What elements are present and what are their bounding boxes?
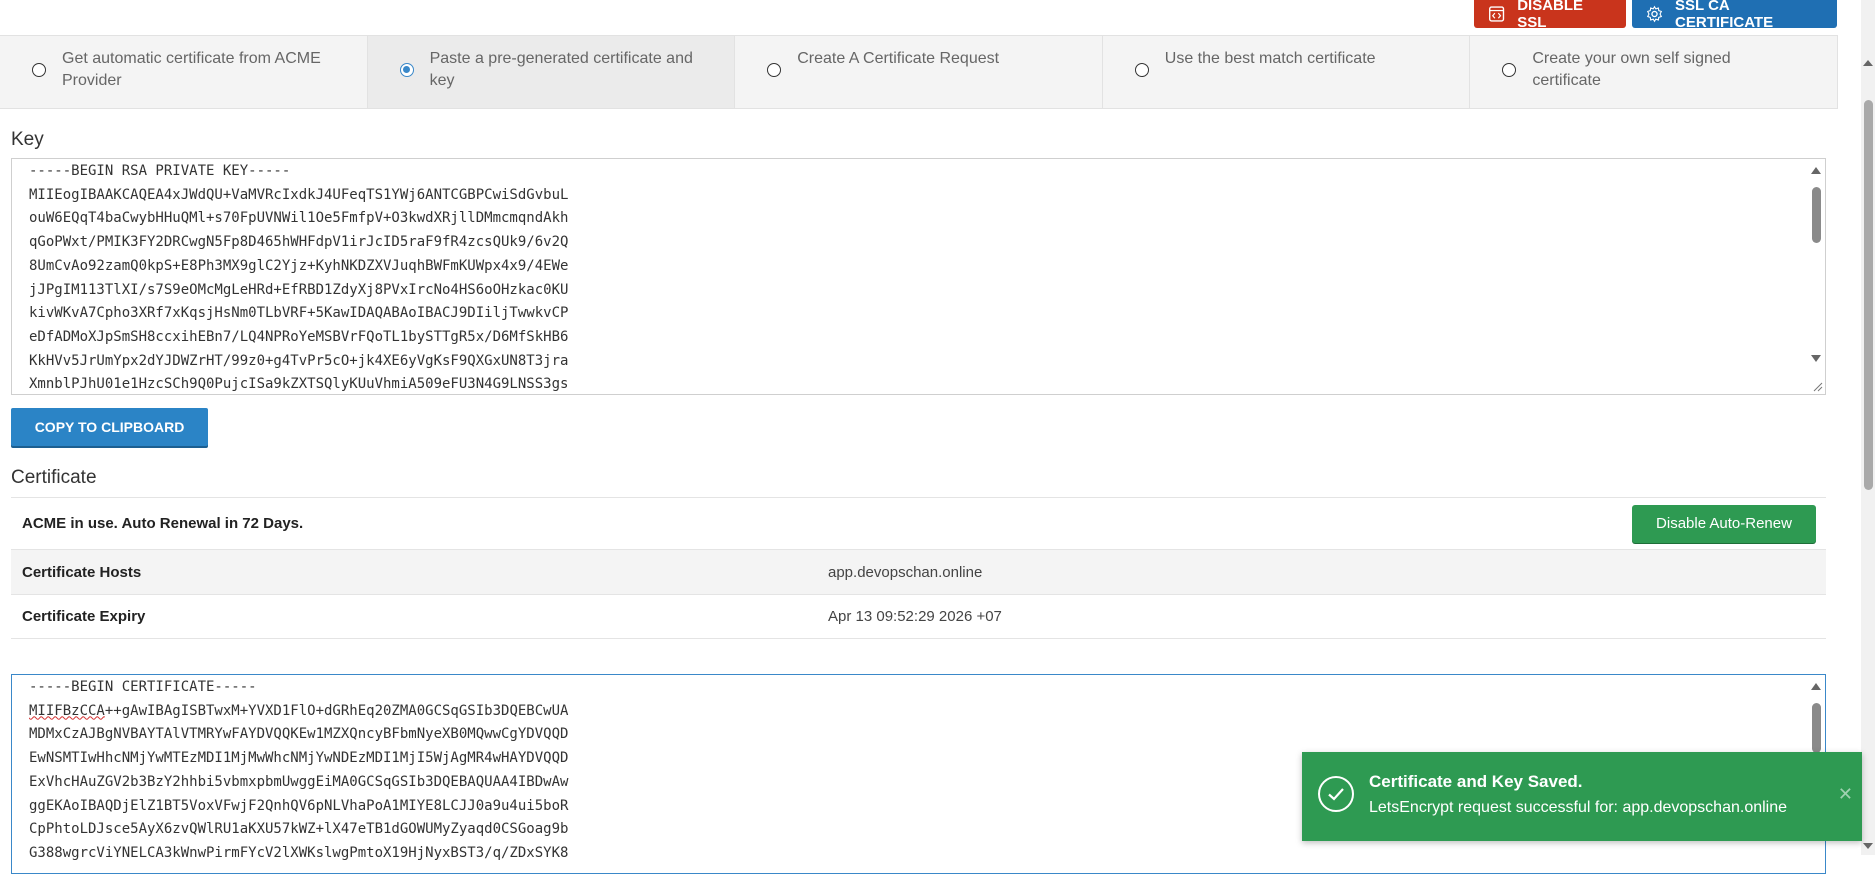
private-key-text: -----BEGIN RSA PRIVATE KEY----- MIIEogIB… [12,160,1825,394]
cert-line: EwNSMTIwHhcNMjYwMTEzMDI1MjMwWhcNMjYwNDEz… [29,750,569,767]
radio-acme-provider[interactable] [32,63,46,77]
disable-ssl-button[interactable]: DISABLE SSL [1474,0,1626,31]
key-line: XmnblPJhU01e1HzcSCh9Q0PujcISa9kZXTSQlyKU… [29,376,569,393]
page-scrollbar[interactable] [1861,0,1875,855]
key-textarea-scrollbar[interactable] [1809,159,1823,394]
tab-label: Use the best match certificate [1164,50,1376,67]
scroll-up-arrow-icon[interactable] [1811,167,1821,174]
gear-icon [1646,5,1663,23]
resize-handle-icon[interactable] [1811,380,1823,392]
key-line: KkHVv5JrUmYpx2dYJDWZrHT/99z0+g4TvPr5cO+j… [29,352,569,369]
copy-to-clipboard-button[interactable]: COPY TO CLIPBOARD [11,408,208,446]
tab-certificate-request[interactable]: Create A Certificate Request [735,36,1103,108]
acme-status-text: ACME in use. Auto Renewal in 72 Days. [22,515,304,532]
code-file-icon [1489,6,1505,22]
close-icon[interactable]: ✕ [1838,784,1853,805]
disable-ssl-label: DISABLE SSL [1517,0,1584,31]
ssl-ca-certificate-button[interactable]: SSL CA CERTIFICATE [1632,0,1837,31]
certificate-hosts-label: Certificate Hosts [22,563,142,581]
certificate-hosts-value: app.devopschan.online [828,563,983,581]
cert-line: -----BEGIN CERTIFICATE----- [29,679,257,695]
success-toast: Certificate and Key Saved. LetsEncrypt r… [1302,752,1862,841]
key-line: -----BEGIN RSA PRIVATE KEY----- [29,163,291,179]
private-key-textarea[interactable]: -----BEGIN RSA PRIVATE KEY----- MIIEogIB… [11,158,1826,395]
cert-line: ExVhcHAuZGV2b3BzY2hhbi5vbmxpbmUwggEiMA0G… [29,773,569,790]
cert-line: ++gAwIBAgISBTwxM+YVXD1FlO+dGRhEq20ZMA0GC… [104,702,569,719]
tab-label: Create your own self signed certificate [1532,50,1731,89]
key-line: MIIEogIBAAKCAQEA4xJWdQU+VaMVRcIxdkJ4UFeq… [29,186,569,203]
key-textarea-scroll-thumb[interactable] [1812,187,1821,243]
cert-line: G388wgrcViYNELCA3kWnwPirmFYcV2lXWKslwgPm… [29,844,569,861]
cert-line: CpPhtoLDJsce5AyX6zvQWlRU1aKXU57kWZ+lX47e… [29,821,569,838]
certificate-expiry-label: Certificate Expiry [22,608,146,625]
tab-paste-certificate[interactable]: Paste a pre-generated certificate and ke… [367,36,736,108]
certificate-section-title: Certificate [11,467,97,488]
cert-line: ggEKAoIBAQDjElZ1BT5VoxVFwjF2QnhQV6pNLVha… [29,797,569,814]
scroll-up-arrow-icon[interactable] [1863,60,1873,66]
acme-status-row: ACME in use. Auto Renewal in 72 Days. Di… [11,497,1826,549]
radio-best-match[interactable] [1134,63,1149,77]
toast-message: LetsEncrypt request successful for: app.… [1369,799,1788,816]
table-row: Certificate Hosts app.devopschan.online [11,549,1826,594]
cert-line: MDMxCzAJBgNVBAYTAlVTMRYwFAYDVQQKEw1MZXQn… [29,726,569,743]
certificate-info-table: ACME in use. Auto Renewal in 72 Days. Di… [11,497,1826,639]
tab-label: Get automatic certificate from ACME Prov… [62,50,321,89]
certificate-expiry-value: Apr 13 09:52:29 2026 +07 [828,608,1002,625]
radio-self-signed[interactable] [1502,63,1517,77]
certificate-method-tabs: Get automatic certificate from ACME Prov… [0,35,1838,109]
key-line: kivWKvA7Cpho3XRf7xKqsjHsNm0TLbVRF+5KawID… [29,305,569,322]
key-line: jJPgIM113TlXI/s7S9eOMcMgLeHRd+EfRBD1ZdyX… [29,281,569,298]
tab-self-signed[interactable]: Create your own self signed certificate [1470,36,1838,108]
radio-certificate-request[interactable] [767,63,782,77]
key-line: ouW6EQqT4baCwybHHuQMl+s70FpUVNWil1Oe5Fmf… [29,210,569,227]
check-circle-icon [1318,776,1354,812]
page-scrollbar-thumb[interactable] [1864,100,1873,490]
disable-auto-renew-button[interactable]: Disable Auto-Renew [1632,504,1816,543]
tab-label: Paste a pre-generated certificate and ke… [429,50,693,89]
table-row: Certificate Expiry Apr 13 09:52:29 2026 … [11,594,1826,639]
scroll-down-arrow-icon[interactable] [1811,355,1821,362]
top-actions: DISABLE SSL SSL CA CERTIFICATE [1474,0,1837,31]
scroll-down-arrow-icon[interactable] [1863,843,1873,849]
tab-best-match[interactable]: Use the best match certificate [1103,36,1471,108]
tab-label: Create A Certificate Request [797,50,1000,67]
ssl-ca-certificate-label: SSL CA CERTIFICATE [1675,0,1774,31]
key-line: 8UmCvAo92zamQ0kpS+E8Ph3MX9glC2Yjz+KyhNKD… [29,257,569,274]
key-section-title: Key [11,129,44,150]
tab-acme-provider[interactable]: Get automatic certificate from ACME Prov… [0,36,368,108]
radio-paste-certificate[interactable] [399,63,414,77]
key-line: eDfADMoXJpSmSH8ccxihEBn7/LQ4NPRoYeMSBVrF… [29,328,569,345]
misspelled-word: MIIFBzCCA [29,702,105,719]
key-line: qGoPWxt/PMIK3FY2DRCwgN5Fp8D465hWHFdpV1ir… [29,234,569,251]
toast-title: Certificate and Key Saved. [1369,772,1583,791]
certificate-textarea-scroll-thumb[interactable] [1812,703,1821,753]
scroll-up-arrow-icon[interactable] [1811,683,1821,690]
